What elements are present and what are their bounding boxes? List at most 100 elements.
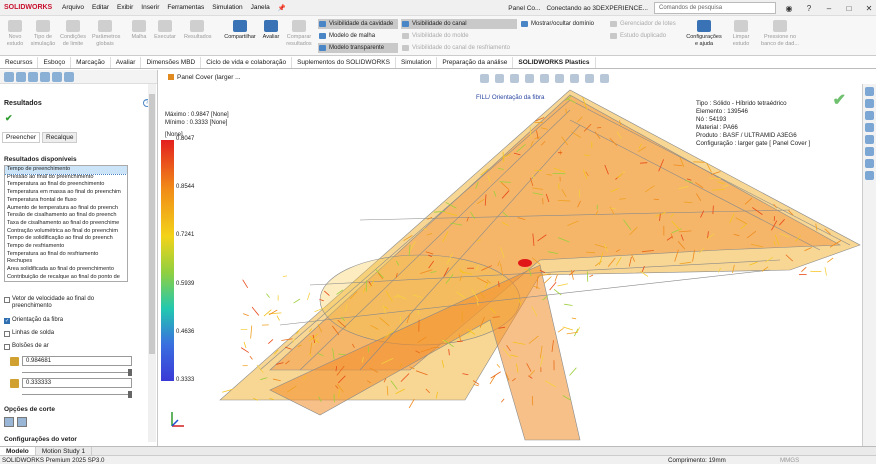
tab-dimensoes-mbd[interactable]: Dimensões MBD <box>141 57 201 68</box>
cooling-channel-visibility-toggle[interactable]: Visibilidade do canal de resfriamento <box>401 43 517 53</box>
show-hide-domain-toggle[interactable]: Mostrar/ocultar domínio <box>520 19 610 29</box>
panel-scrollbar[interactable] <box>148 84 156 442</box>
menu-item-ferramentas[interactable]: Ferramentas <box>167 4 204 12</box>
tab-suplementos[interactable]: Suplementos do SOLIDWORKS <box>292 57 396 68</box>
tab-ciclo-de-vida[interactable]: Ciclo de vida e colaboração <box>201 57 292 68</box>
ribbon-toolbar: Novoestudo Tipo desimulação Condiçõesde … <box>0 16 876 56</box>
tab-motion-study[interactable]: Motion Study 1 <box>36 447 92 455</box>
connection-status[interactable]: Conectando ao 3DEXPERIENCE... <box>546 5 648 12</box>
menu-item-inserir[interactable]: Inserir <box>141 4 159 12</box>
menu-item-janela[interactable]: Janela <box>251 4 270 12</box>
vector-config-heading[interactable]: Configurações do vetor <box>4 436 77 443</box>
forum-icon[interactable] <box>865 171 874 180</box>
dim-expert-icon[interactable] <box>40 72 50 82</box>
list-item[interactable]: Área solidificada ao final do preenchime… <box>5 266 127 274</box>
list-item[interactable]: Tempo de resfriamento <box>5 243 127 251</box>
share-button[interactable]: Compartilhar <box>222 20 258 54</box>
boundary-conditions-button[interactable]: Condiçõesde limite <box>60 20 86 54</box>
compare-results-button[interactable]: Compararresultados <box>286 20 312 54</box>
list-item[interactable]: Contribuição de recalque ao final do pon… <box>5 274 127 282</box>
mesh-button[interactable]: Malha <box>126 20 152 54</box>
menu-item-editar[interactable]: Editar <box>92 4 109 12</box>
menu-item-simulation[interactable]: Simulation <box>212 4 242 12</box>
tab-recalque[interactable]: Recalque <box>42 132 77 143</box>
mold-visibility-toggle[interactable]: Visibilidade do molde <box>401 31 517 41</box>
run-button[interactable]: Executar <box>152 20 178 54</box>
tab-preencher[interactable]: Preencher <box>2 132 40 143</box>
command-search-input[interactable]: Comandos de pesquisa <box>654 2 776 14</box>
list-item[interactable]: Tensão de cisalhamento ao final do preen… <box>5 212 127 220</box>
settings-help-button[interactable]: Configuraçõese ajuda <box>684 20 724 54</box>
max-value-slider[interactable] <box>22 372 132 377</box>
property-manager-icon[interactable] <box>16 72 26 82</box>
list-item[interactable]: Pressão ao final do preenchimento <box>5 174 127 182</box>
ok-check-icon[interactable]: ✔ <box>5 113 13 124</box>
help-icon[interactable]: ? <box>802 4 816 13</box>
user-icon[interactable]: ◉ <box>782 4 796 13</box>
batch-manager-button[interactable]: Gerenciador de lotes <box>609 19 684 29</box>
list-item[interactable]: Temperatura ao final do preenchimento <box>5 181 127 189</box>
close-icon[interactable]: ✕ <box>862 4 876 13</box>
push-to-database-button[interactable]: Pressione nobanco de dad... <box>758 20 802 54</box>
weld-lines-checkbox[interactable]: Linhas de solda <box>4 330 54 337</box>
resources-icon[interactable] <box>865 99 874 108</box>
plastics-manager-icon[interactable] <box>64 72 74 82</box>
velocity-vector-checkbox[interactable]: Vetor de velocidade ao final do preenchi… <box>4 296 124 310</box>
design-library-icon[interactable] <box>865 111 874 120</box>
results-listbox[interactable]: Tempo de preenchimento Pressão ao final … <box>4 165 128 282</box>
tab-recursos[interactable]: Recursos <box>0 57 38 68</box>
custom-properties-icon[interactable] <box>865 147 874 156</box>
menu-item-exibir[interactable]: Exibir <box>117 4 133 12</box>
new-study-button[interactable]: Novoestudo <box>2 20 28 54</box>
list-item[interactable]: Rechupes <box>5 258 127 266</box>
evaluate-button[interactable]: Avaliar <box>258 20 284 54</box>
tab-preparacao-analise[interactable]: Preparação da análise <box>437 57 513 68</box>
duplicate-study-button[interactable]: Estudo duplicado <box>609 31 684 41</box>
list-item[interactable]: Temperatura em massa ao final do preench… <box>5 189 127 197</box>
global-parameters-button[interactable]: Parâmetrosglobais <box>92 20 118 54</box>
cut-options-heading[interactable]: Opções de corte <box>4 406 55 413</box>
max-value-input[interactable]: 0.984681 <box>22 356 132 366</box>
list-item[interactable]: Temperatura ao final do resfriamento <box>5 251 127 259</box>
clear-study-button[interactable]: Limparestudo <box>728 20 754 54</box>
minimize-icon[interactable]: – <box>822 4 836 13</box>
configuration-manager-icon[interactable] <box>28 72 38 82</box>
pin-icon[interactable]: 📌 <box>278 4 286 12</box>
maximize-icon[interactable]: □ <box>842 4 856 13</box>
min-value-input[interactable]: 0.333333 <box>22 378 132 388</box>
tab-esboco[interactable]: Esboço <box>38 57 71 68</box>
fiber-orientation-checkbox[interactable]: ✓Orientação da fibra <box>4 317 63 324</box>
results-button[interactable]: Resultados <box>184 20 210 54</box>
file-explorer-icon[interactable] <box>865 123 874 132</box>
list-item[interactable]: Tempo de solidificação ao final do preen… <box>5 235 127 243</box>
transparent-model-toggle[interactable]: Modelo transparente <box>318 43 398 53</box>
min-value-slider[interactable] <box>22 394 132 399</box>
runner-visibility-toggle[interactable]: Visibilidade do canal <box>401 19 517 29</box>
section-clip-icon[interactable] <box>17 417 27 427</box>
list-item[interactable]: Contração volumétrica ao final do preenc… <box>5 228 127 236</box>
confirm-check-icon[interactable]: ✔ <box>833 90 846 110</box>
tab-solidworks-plastics[interactable]: SOLIDWORKS Plastics <box>513 57 595 68</box>
feature-tree-icon[interactable] <box>4 72 14 82</box>
list-item[interactable]: Temperatura frontal de fluxo <box>5 197 127 205</box>
list-item[interactable]: Tempo de preenchimento <box>5 166 127 174</box>
menu-item-arquivo[interactable]: Arquivo <box>62 4 84 12</box>
plastics-icon[interactable] <box>865 159 874 168</box>
tab-modelo[interactable]: Modelo <box>0 447 36 455</box>
task-pane-bar <box>862 84 876 446</box>
mesh-model-toggle[interactable]: Modelo de malha <box>318 31 398 41</box>
tab-marcacao[interactable]: Marcação <box>71 57 111 68</box>
tab-avaliar[interactable]: Avaliar <box>111 57 142 68</box>
solidworks-logo[interactable]: SOLIDWORKS <box>0 4 62 11</box>
graphics-viewport[interactable]: Panel Cover (larger ... FILL/ Orientação… <box>160 70 862 446</box>
appearances-icon[interactable] <box>865 135 874 144</box>
simulation-type-button[interactable]: Tipo desimulação <box>30 20 56 54</box>
tab-simulation[interactable]: Simulation <box>396 57 437 68</box>
section-plane-icon[interactable] <box>4 417 14 427</box>
display-manager-icon[interactable] <box>52 72 62 82</box>
list-item[interactable]: Taxa de cisalhamento ao final do preench… <box>5 220 127 228</box>
cavity-visibility-toggle[interactable]: Visibilidade da cavidade <box>318 19 398 29</box>
air-traps-checkbox[interactable]: Bolsões de ar <box>4 343 49 350</box>
list-item[interactable]: Aumento de temperatura ao final do preen… <box>5 205 127 213</box>
home-icon[interactable] <box>865 87 874 96</box>
